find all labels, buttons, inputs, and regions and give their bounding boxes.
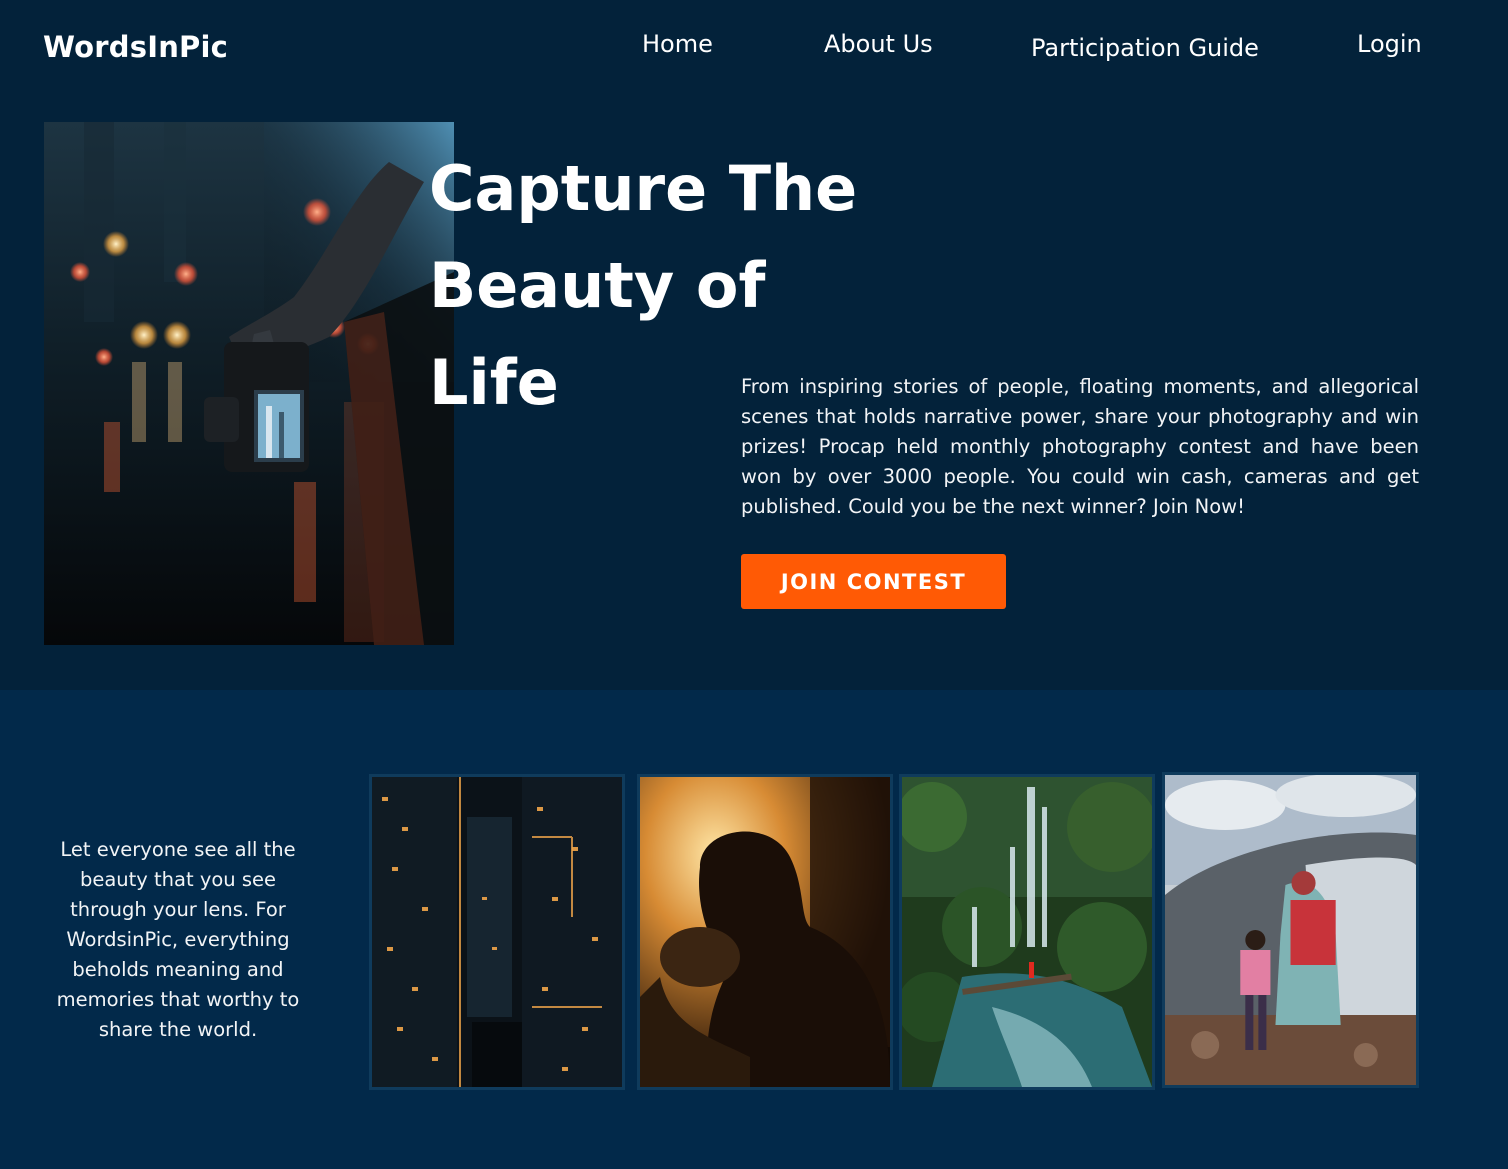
gallery-tagline: Let everyone see all the beauty that you… <box>56 838 300 1041</box>
hero-title-line-2: Beauty of <box>429 249 766 322</box>
gallery-photo-family-tent[interactable] <box>1162 772 1419 1088</box>
hero-title-line-1: Capture The <box>429 152 858 225</box>
nav-login-link[interactable]: Login <box>1357 30 1422 58</box>
hero-photo-camera-night-street <box>44 122 454 645</box>
join-contest-button[interactable]: JOIN CONTEST <box>741 554 1006 609</box>
gallery-photo-city-night[interactable] <box>369 774 625 1090</box>
nav-home-link[interactable]: Home <box>642 30 713 58</box>
nav-about-link[interactable]: About Us <box>824 30 933 58</box>
brand-logo[interactable]: WordsInPic <box>43 30 228 64</box>
gallery-photo-parent-baby[interactable] <box>637 774 893 1090</box>
nav-participation-guide-link[interactable]: Participation Guide <box>1031 34 1259 62</box>
hero-description: From inspiring stories of people, floati… <box>741 375 1419 518</box>
gallery-photo-waterfall[interactable] <box>899 774 1155 1090</box>
